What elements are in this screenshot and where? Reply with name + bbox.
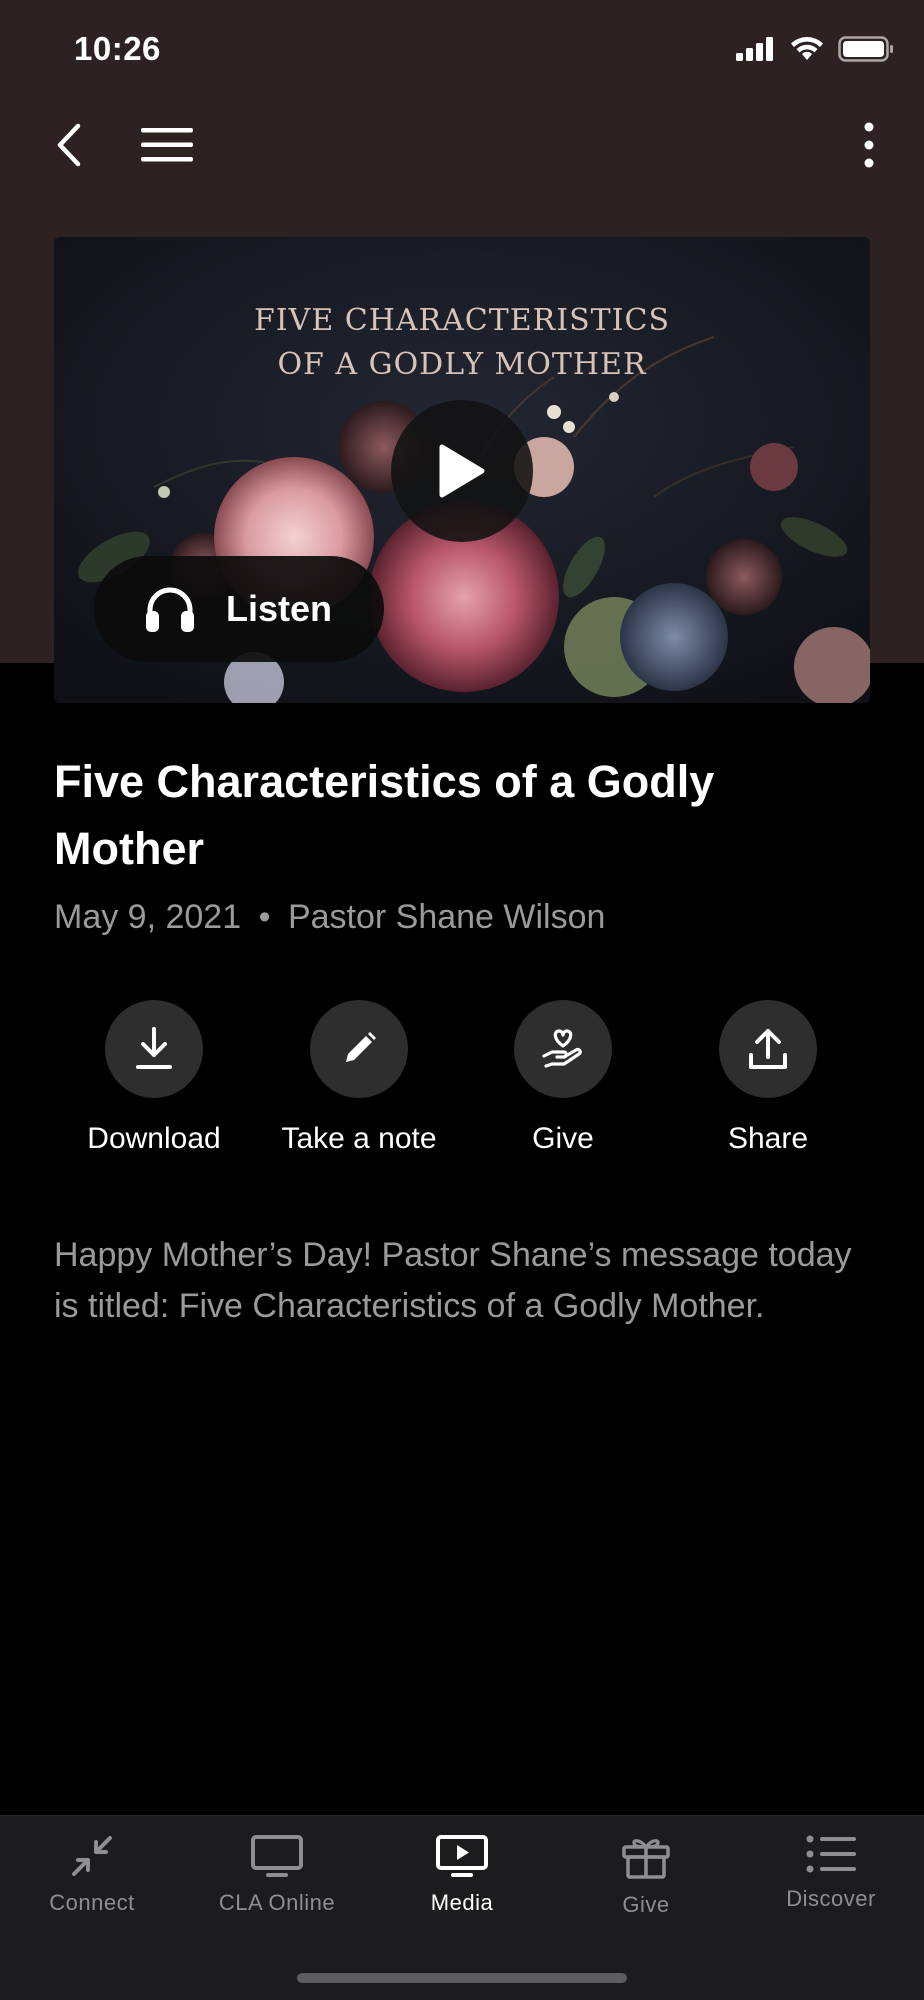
gift-icon [622, 1839, 670, 1879]
sermon-description: Happy Mother’s Day! Pastor Shane’s messa… [54, 1236, 852, 1325]
action-row: Download Take a note Give Share [54, 1000, 870, 1170]
tab-discover[interactable]: Discover [739, 1834, 923, 1912]
meta-separator: • [258, 898, 271, 936]
pencil-icon [346, 1032, 376, 1062]
sermon-title: Five Characteristics of a Godly Mother [54, 756, 715, 874]
tab-media-label: Media [430, 1890, 494, 1915]
tab-connect[interactable]: Connect [0, 1834, 184, 1916]
hamburger-icon [141, 128, 193, 162]
share-circle [719, 1000, 817, 1098]
give-circle [514, 1000, 612, 1098]
share-label: Share [727, 1122, 809, 1155]
tab-give-label: Give [622, 1892, 670, 1917]
back-button[interactable] [34, 110, 104, 180]
tab-cla-online-label: CLA Online [218, 1890, 336, 1915]
take-note-label: Take a note [281, 1122, 437, 1155]
take-note-circle [310, 1000, 408, 1098]
artwork-title-line2: OF A GODLY MOTHER [277, 347, 647, 382]
battery-icon [838, 36, 893, 62]
listen-label: Listen [226, 588, 333, 629]
take-note-button[interactable]: Take a note [259, 1000, 459, 1156]
tab-media[interactable]: Media [370, 1834, 554, 1916]
headphones-icon [146, 587, 194, 632]
give-action-button[interactable]: Give [463, 1000, 663, 1156]
tab-discover-label: Discover [786, 1886, 876, 1911]
tab-cla-online[interactable]: CLA Online [185, 1834, 369, 1916]
play-button[interactable] [391, 400, 533, 542]
download-button[interactable]: Download [54, 1000, 254, 1156]
status-icons [736, 36, 894, 62]
share-button[interactable]: Share [668, 1000, 868, 1156]
vertical-dots-icon [864, 122, 874, 168]
chevron-left-icon [57, 123, 81, 167]
monitor-icon [251, 1835, 303, 1877]
sermon-meta: May 9, 2021 • Pastor Shane Wilson [54, 898, 605, 937]
wifi-icon [791, 37, 823, 60]
sermon-date: May 9, 2021 [54, 898, 242, 936]
artwork-title-line1: FIVE CHARACTERISTICS [253, 303, 671, 338]
list-icon [806, 1835, 856, 1873]
download-circle [105, 1000, 203, 1098]
artwork-title: FIVE CHARACTERISTICS OF A GODLY MOTHER [54, 299, 870, 387]
sermon-artwork[interactable]: FIVE CHARACTERISTICS OF A GODLY MOTHER L… [54, 237, 870, 703]
tab-give[interactable]: Give [554, 1834, 738, 1918]
menu-button[interactable] [132, 110, 202, 180]
sermon-speaker: Pastor Shane Wilson [287, 898, 606, 936]
download-label: Download [87, 1122, 221, 1155]
download-icon [136, 1027, 172, 1069]
listen-button[interactable]: Listen [94, 556, 384, 662]
signal-icon [736, 37, 773, 61]
connect-icon [72, 1836, 112, 1876]
more-options-button[interactable] [834, 110, 904, 180]
hand-heart-icon [542, 1029, 582, 1068]
play-icon [439, 444, 485, 498]
give-label: Give [532, 1122, 594, 1155]
status-bar: 10:26 [0, 0, 924, 100]
status-time: 10:26 [74, 30, 161, 67]
share-icon [749, 1029, 787, 1069]
home-indicator [297, 1973, 627, 1983]
play-screen-icon [436, 1835, 488, 1877]
tab-connect-label: Connect [49, 1890, 135, 1915]
navigation-bar [0, 110, 924, 190]
